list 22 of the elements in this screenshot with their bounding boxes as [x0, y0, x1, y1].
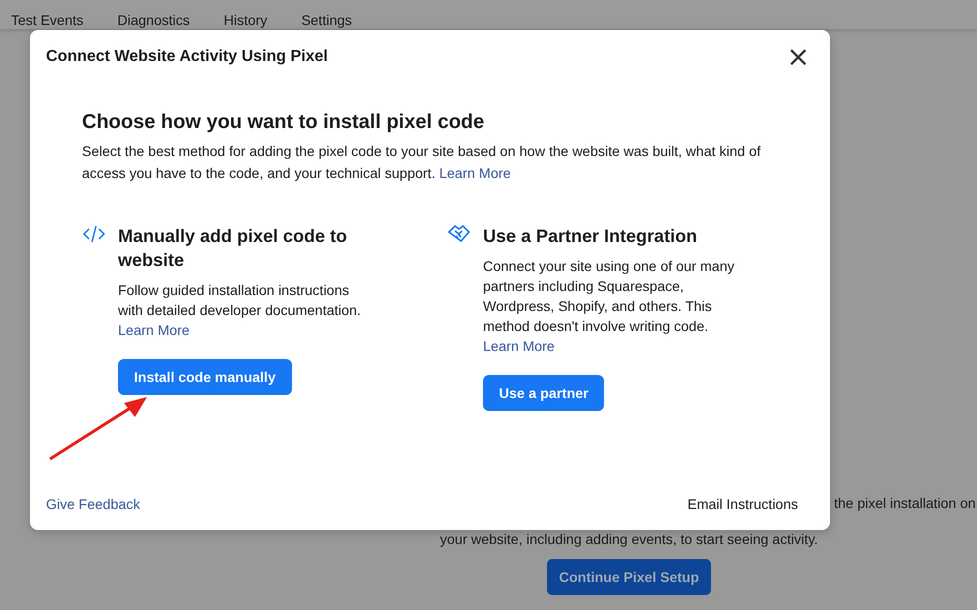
close-button[interactable]: ×	[782, 45, 814, 69]
learn-more-link[interactable]: Learn More	[439, 165, 511, 181]
feedback-link[interactable]: Give Feedback	[46, 496, 140, 512]
description: Select the best method for adding the pixel code to your site based on how the website was built, what kind of access you have to the code, and your technical support. Learn More	[82, 142, 762, 183]
continue-button[interactable]: Continue Pixel Setup	[547, 559, 711, 595]
body-text: your website, including adding events, to start seeing activity.	[440, 531, 818, 547]
heading: Choose how you want to install pixel code	[82, 111, 486, 134]
option-title: Use a Partner Integration	[483, 225, 698, 248]
tab[interactable]: Settings	[301, 12, 352, 29]
tab[interactable]: Diagnostics	[117, 12, 190, 29]
option-text: Connect your site using one of our many partners including Squarespace, Wordpress, Shopify, and others. This method doesn't involve writing code.	[483, 257, 735, 336]
option-title: Manually add pixel code to website	[118, 225, 348, 272]
option-button[interactable]: Install code manually	[118, 359, 292, 395]
option-button[interactable]: Use a partner	[483, 375, 604, 411]
learn-more-link[interactable]: Learn More	[483, 336, 555, 356]
tab[interactable]: History	[224, 12, 268, 29]
body-text: the pixel installation on	[834, 495, 976, 511]
learn-more-link[interactable]: Learn More	[118, 320, 190, 340]
email-instructions-link[interactable]: Email Instructions	[688, 496, 798, 512]
option-text: Follow guided installation instructions with detailed developer documentation.	[118, 281, 362, 320]
tab[interactable]: Test Events	[11, 12, 84, 29]
dialog-title: Connect Website Activity Using Pixel	[46, 48, 328, 66]
